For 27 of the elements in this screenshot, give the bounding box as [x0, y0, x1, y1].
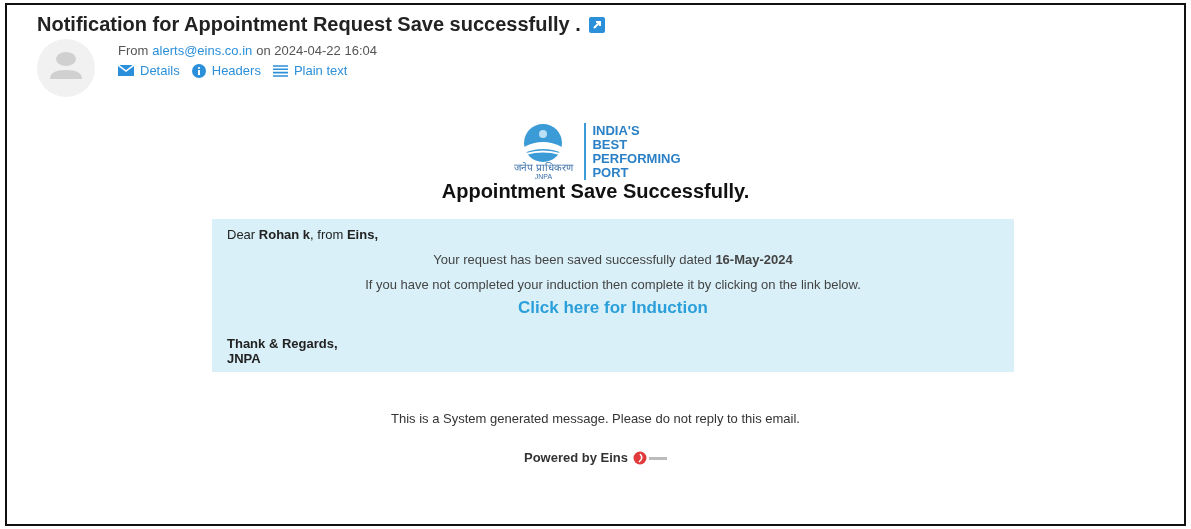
email-heading: Appointment Save Successfully.	[440, 180, 751, 203]
sender-address-link[interactable]: alerts@eins.co.in	[152, 43, 253, 58]
greeting-text: Dear Rohan k, from Eins,	[227, 227, 379, 242]
mail-view-link[interactable]: Details	[140, 63, 180, 78]
induction-instructions: If you have not completed your induction then complete it by clicking on the link below.	[364, 277, 862, 292]
signature-text: JNPA	[227, 351, 262, 366]
email-subject: Notification for Appointment Request Save successfully .	[37, 13, 581, 36]
from-label: From	[118, 43, 149, 58]
system-notice: This is a System generated message. Please do not reply to this email.	[390, 411, 801, 426]
info-icon	[191, 63, 206, 78]
brand-logo-icon	[633, 450, 667, 465]
avatar-icon	[37, 39, 95, 97]
text-lines-icon	[272, 64, 288, 77]
logo-tagline-line: PERFORMING	[592, 151, 681, 166]
logo-hindi-text: जनेप प्राधिकरण	[514, 163, 573, 173]
powered-by-text: Powered by Eins	[523, 450, 628, 465]
logo-tagline-line: PORT	[592, 165, 630, 180]
logo-tagline-line: INDIA'S	[592, 123, 641, 138]
induction-link[interactable]: Click here for Induction	[518, 298, 708, 318]
lines-view-link[interactable]: Plain text	[293, 63, 348, 78]
info-view-link[interactable]: Headers	[211, 63, 261, 78]
closing-text: Thank & Regards,	[227, 336, 339, 351]
envelope-icon	[118, 65, 134, 76]
logo-tagline-line: BEST	[592, 137, 629, 152]
sent-date: on 2024-04-22 16:04	[256, 43, 377, 58]
external-link-icon[interactable]	[588, 16, 605, 33]
confirmation-text: Your request has been saved successfully dated 16-May-2024	[432, 252, 794, 267]
